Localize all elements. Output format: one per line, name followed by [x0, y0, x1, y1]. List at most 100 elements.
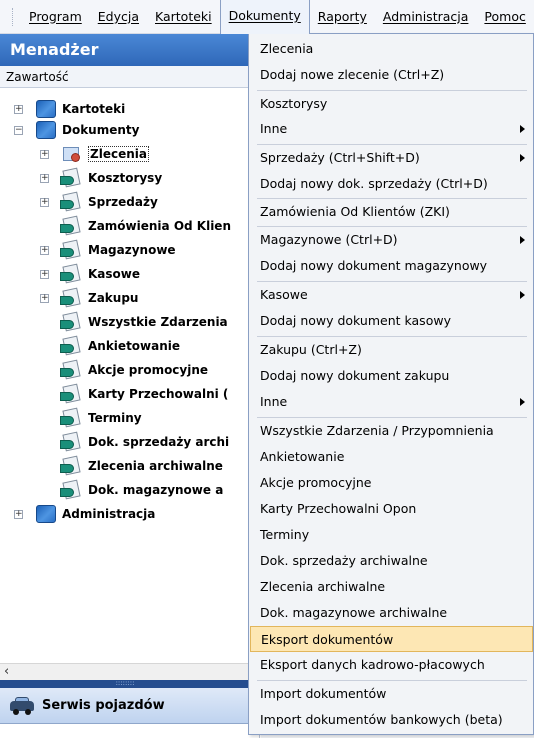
tree-item-label: Dokumenty	[62, 123, 140, 137]
expand-icon[interactable]: +	[40, 294, 49, 303]
menu-kartoteki[interactable]: Kartoteki	[147, 0, 220, 34]
menu-item-import-dokumentow[interactable]: Import dokumentów	[250, 681, 533, 707]
expand-icon[interactable]: +	[14, 510, 23, 519]
tree-item-ankietowanie[interactable]: Ankietowanie	[60, 334, 180, 358]
menu-item-inne-2[interactable]: Inne	[250, 389, 533, 415]
menu-item-dodaj-dok-kasowy[interactable]: Dodaj nowy dokument kasowy	[250, 308, 533, 334]
tree-item-label: Sprzedaży	[88, 195, 158, 209]
document-arrow-icon	[60, 359, 82, 380]
tree-item-kasowe[interactable]: Kasowe	[60, 262, 140, 286]
menu-item-dodaj-dok-magazynowy[interactable]: Dodaj nowy dokument magazynowy	[250, 253, 533, 279]
menu-item-dok-magazynowe-arch[interactable]: Dok. magazynowe archiwalne	[250, 600, 533, 626]
book-icon	[36, 98, 56, 118]
menu-item-sprzedazy[interactable]: Sprzedaży (Ctrl+Shift+D)	[250, 145, 533, 171]
menu-item-label: Inne	[260, 121, 288, 136]
menu-item-magazynowe[interactable]: Magazynowe (Ctrl+D)	[250, 227, 533, 253]
tree-item-zlecenia[interactable]: Zlecenia	[60, 142, 149, 166]
panel-subtitle: Zawartość	[0, 66, 259, 88]
car-icon	[10, 696, 34, 715]
document-arrow-icon	[60, 479, 82, 500]
menu-item-inne[interactable]: Inne	[250, 116, 533, 142]
menu-administracja[interactable]: Administracja	[375, 0, 477, 34]
menu-item-ankietowanie[interactable]: Ankietowanie	[250, 444, 533, 470]
menu-item-eksport-kadrowo-placowych[interactable]: Eksport danych kadrowo-płacowych	[250, 652, 533, 678]
collapse-icon[interactable]: −	[14, 126, 23, 135]
tree-item-label: Zlecenia archiwalne	[88, 459, 223, 473]
expand-icon[interactable]: +	[40, 246, 49, 255]
tree-item-label: Zamówienia Od Klien	[88, 219, 231, 233]
menu-program[interactable]: Program	[21, 0, 90, 34]
tree-item-kosztorysy[interactable]: Kosztorysy	[60, 166, 162, 190]
document-arrow-icon	[60, 191, 82, 212]
menu-item-zlecenia-arch[interactable]: Zlecenia archiwalne	[250, 574, 533, 600]
tree-item-zamowienia[interactable]: Zamówienia Od Klien	[60, 214, 231, 238]
tree-item-karty-przechowalni[interactable]: Karty Przechowalni (	[60, 382, 228, 406]
tree-item-label: Akcje promocyjne	[88, 363, 209, 377]
document-arrow-icon	[60, 335, 82, 356]
menu-item-import-bankowych[interactable]: Import dokumentów bankowych (beta)	[250, 707, 533, 733]
tree-item-label: Wszystkie Zdarzenia	[88, 315, 228, 329]
menu-item-akcje-promocyjne[interactable]: Akcje promocyjne	[250, 470, 533, 496]
serwis-pojazdow-button[interactable]: Serwis pojazdów	[0, 688, 250, 724]
menu-edycja[interactable]: Edycja	[90, 0, 147, 34]
expand-icon[interactable]: +	[40, 150, 49, 159]
document-arrow-icon	[60, 239, 82, 260]
tree-item-zakupu[interactable]: Zakupu	[60, 286, 138, 310]
scroll-left-arrow-icon[interactable]: ‹	[4, 664, 9, 680]
tree-item-akcje-promocyjne[interactable]: Akcje promocyjne	[60, 358, 208, 382]
menu-item-dok-sprzedazy-arch[interactable]: Dok. sprzedaży archiwalne	[250, 548, 533, 574]
tree-item-dok-magazynowe-arch[interactable]: Dok. magazynowe a	[60, 478, 223, 502]
expand-icon[interactable]: +	[40, 270, 49, 279]
menu-item-zlecenia[interactable]: Zlecenia	[250, 36, 533, 62]
document-arrow-icon	[60, 455, 82, 476]
submenu-arrow-icon	[520, 291, 525, 299]
menu-item-dodaj-zlecenie[interactable]: Dodaj nowe zlecenie (Ctrl+Z)	[250, 62, 533, 88]
serwis-pojazdow-label: Serwis pojazdów	[42, 698, 165, 713]
menu-pomoc[interactable]: Pomoc	[476, 0, 533, 34]
tree-item-sprzedazy[interactable]: Sprzedaży	[60, 190, 158, 214]
submenu-arrow-icon	[520, 398, 525, 406]
document-arrow-icon	[60, 263, 82, 284]
submenu-arrow-icon	[520, 236, 525, 244]
menu-item-dodaj-dok-zakupu[interactable]: Dodaj nowy dokument zakupu	[250, 363, 533, 389]
document-arrow-icon	[60, 311, 82, 332]
document-arrow-icon	[60, 431, 82, 452]
menubar-grip	[12, 7, 15, 26]
menu-item-eksport-dokumentow[interactable]: Eksport dokumentów	[250, 626, 533, 652]
tree-item-dokumenty[interactable]: Dokumenty	[36, 118, 139, 142]
panel-splitter[interactable]: ::::::::	[0, 680, 250, 688]
tree-item-wszystkie-zdarzenia[interactable]: Wszystkie Zdarzenia	[60, 310, 228, 334]
tree-item-terminy[interactable]: Terminy	[60, 406, 142, 430]
menu-item-terminy[interactable]: Terminy	[250, 522, 533, 548]
tree-item-label: Terminy	[88, 411, 142, 425]
menu-item-zakupu[interactable]: Zakupu (Ctrl+Z)	[250, 337, 533, 363]
tree-item-magazynowe[interactable]: Magazynowe	[60, 238, 176, 262]
tree-item-label: Dok. magazynowe a	[88, 483, 224, 497]
tree-item-administracja[interactable]: Administracja	[36, 502, 155, 526]
document-arrow-icon	[60, 167, 82, 188]
tree-item-label: Dok. sprzedaży archi	[88, 435, 230, 449]
tree-item-dok-sprzedazy-arch[interactable]: Dok. sprzedaży archi	[60, 430, 229, 454]
menu-dokumenty[interactable]: Dokumenty	[219, 0, 310, 34]
expand-icon[interactable]: +	[14, 105, 23, 114]
menu-item-karty-przechowalni[interactable]: Karty Przechowalni Opon	[250, 496, 533, 522]
menu-item-label: Kasowe	[260, 287, 308, 302]
submenu-arrow-icon	[520, 154, 525, 162]
tree-item-label: Karty Przechowalni (	[88, 387, 229, 401]
tree-item-zlecenia-arch[interactable]: Zlecenia archiwalne	[60, 454, 223, 478]
menu-item-dodaj-dok-sprzedazy[interactable]: Dodaj nowy dok. sprzedaży (Ctrl+D)	[250, 171, 533, 197]
expand-icon[interactable]: +	[40, 174, 49, 183]
document-arrow-icon	[60, 383, 82, 404]
menu-item-wszystkie-zdarzenia[interactable]: Wszystkie Zdarzenia / Przypomnienia	[250, 418, 533, 444]
menu-bar: Program Edycja Kartoteki Dokumenty Rapor…	[0, 0, 534, 34]
tree-item-label: Kasowe	[88, 267, 141, 281]
menu-raporty[interactable]: Raporty	[310, 0, 375, 34]
navigation-tree: + Kartoteki − Dokumenty + Zlecenia + Kos…	[0, 94, 250, 654]
menu-item-kosztorysy[interactable]: Kosztorysy	[250, 91, 533, 117]
horizontal-scrollbar[interactable]: ‹	[0, 663, 250, 680]
book-icon	[36, 119, 56, 139]
tree-item-label: Kartoteki	[62, 102, 126, 116]
expand-icon[interactable]: +	[40, 198, 49, 207]
menu-item-zamowienia[interactable]: Zamówienia Od Klientów (ZKI)	[250, 199, 533, 225]
menu-item-kasowe[interactable]: Kasowe	[250, 282, 533, 308]
